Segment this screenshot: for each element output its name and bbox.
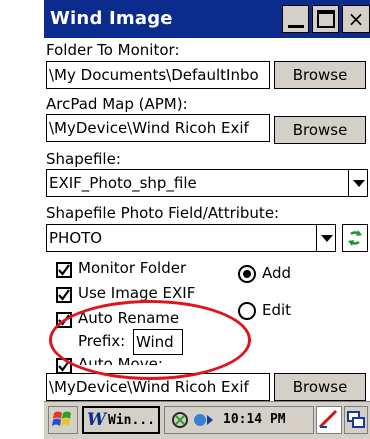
connection-icon[interactable] [191, 408, 215, 432]
windows-flag-icon [52, 411, 71, 426]
edit-radio[interactable] [238, 302, 256, 320]
title-bar: Wind Image × [44, 0, 370, 38]
close-button[interactable]: × [342, 5, 370, 33]
checkmark-icon [58, 289, 70, 301]
taskbar: W Win... 10:14 PM [44, 401, 370, 439]
photo-field-dropdown[interactable]: PHOTO [46, 224, 336, 252]
minimize-button[interactable] [282, 5, 309, 33]
device-screen: Wind Image × Folder To Monitor: \My Docu… [44, 0, 370, 439]
edit-radio-label: Edit [262, 301, 292, 319]
shapefile-dropdown[interactable]: EXIF_Photo_shp_file [46, 169, 368, 197]
close-icon: × [347, 7, 365, 31]
clock[interactable]: 10:14 PM [223, 412, 286, 427]
folder-value: \My Documents\DefaultInbo [49, 66, 259, 84]
refresh-button[interactable] [342, 224, 368, 252]
folder-browse-button[interactable]: Browse [274, 61, 366, 89]
task-button[interactable]: W Win... [82, 406, 160, 434]
task-label: Win... [108, 413, 155, 428]
folder-label: Folder To Monitor: [46, 41, 180, 59]
maximize-button[interactable] [312, 5, 339, 33]
apm-input[interactable]: \MyDevice\Wind Ricoh Exif [46, 114, 270, 142]
sync-icon[interactable] [169, 408, 191, 432]
shapefile-value: EXIF_Photo_shp_file [49, 174, 197, 192]
shapefile-label: Shapefile: [46, 150, 121, 168]
minimize-icon [288, 25, 304, 28]
add-radio-label: Add [262, 264, 292, 282]
photo-field-label: Shapefile Photo Field/Attribute: [46, 204, 280, 222]
apm-value: \MyDevice\Wind Ricoh Exif [49, 119, 249, 137]
apm-label: ArcPad Map (APM): [46, 95, 188, 113]
start-button[interactable] [48, 406, 78, 434]
pen-input-icon [318, 409, 338, 429]
chevron-down-icon[interactable] [316, 225, 335, 251]
annotation-highlight-ellipse [49, 300, 251, 380]
use-image-exif-label: Use Image EXIF [78, 284, 196, 302]
task-app-icon: W [87, 410, 107, 430]
chevron-down-icon[interactable] [348, 170, 367, 196]
monitor-folder-checkbox[interactable] [56, 262, 72, 278]
folder-input[interactable]: \My Documents\DefaultInbo [46, 61, 270, 89]
system-tray: 10:14 PM [164, 406, 314, 434]
windows-icon [347, 411, 365, 428]
input-panel-button[interactable] [316, 406, 342, 434]
apm-browse-button[interactable]: Browse [274, 116, 366, 144]
add-radio[interactable] [238, 265, 256, 283]
monitor-folder-label: Monitor Folder [78, 259, 187, 277]
refresh-icon [348, 230, 362, 246]
window-switcher-button[interactable] [344, 406, 368, 434]
window-title: Wind Image [50, 8, 173, 29]
move-destination-value: \MyDevice\Wind Ricoh Exif [49, 378, 249, 396]
photo-field-value: PHOTO [49, 229, 103, 247]
move-browse-button[interactable]: Browse [274, 373, 366, 401]
use-image-exif-checkbox[interactable] [56, 287, 72, 303]
checkmark-icon [58, 264, 70, 276]
maximize-icon [317, 10, 335, 28]
